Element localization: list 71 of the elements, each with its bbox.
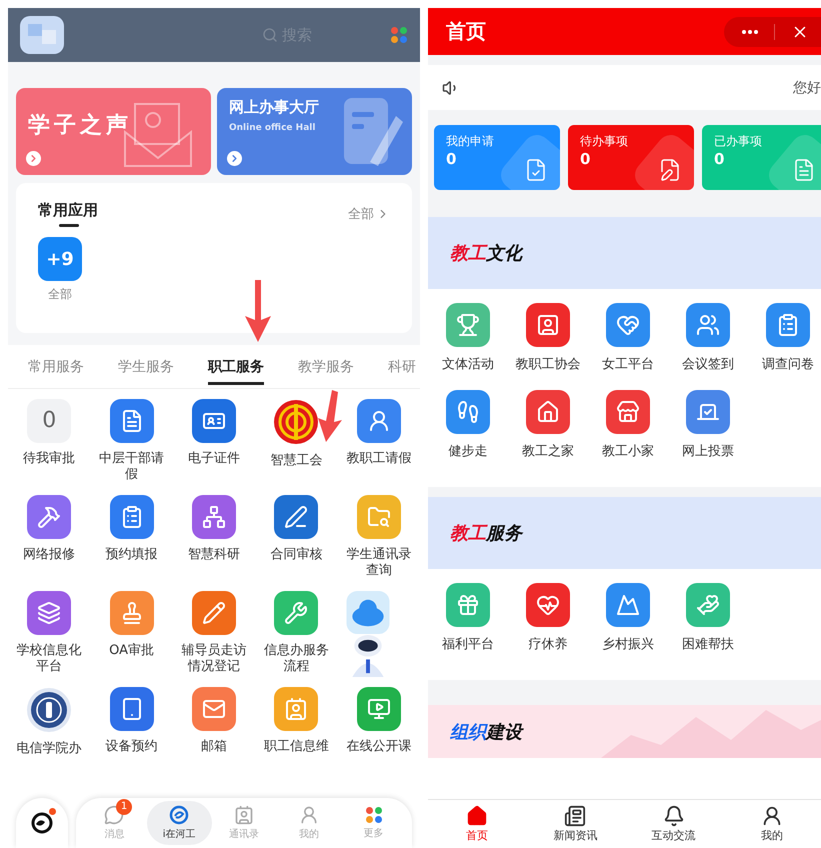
annotation-arrow [245, 280, 271, 342]
category-tab[interactable]: 常用服务 [28, 348, 84, 385]
category-tab[interactable]: 职工服务 [208, 348, 264, 385]
service-item[interactable]: 电子证件 [178, 399, 250, 495]
logo-icon [31, 812, 53, 834]
pending-count: 0 [27, 399, 72, 443]
contact-icon [234, 805, 254, 825]
all-link[interactable]: 全部 [348, 205, 390, 223]
service-item[interactable]: 福利平台 [429, 583, 507, 670]
category-tab[interactable]: 科研 [388, 348, 416, 385]
service-item[interactable]: 合同审核 [260, 495, 332, 591]
service-item[interactable]: 女工平台 [589, 303, 667, 390]
service-item[interactable]: 0 待我审批 [13, 399, 86, 495]
service-item[interactable]: 学校信息化平台 [13, 591, 86, 687]
section-title: 教工文化 [450, 242, 522, 265]
arrow-button[interactable] [227, 151, 242, 166]
nav-item[interactable]: 新闻资讯 [526, 800, 624, 848]
service-item[interactable]: 教职工协会 [509, 303, 587, 390]
service-item[interactable]: 学生通讯录查询 [342, 495, 415, 591]
service-item[interactable]: 疗休养 [509, 583, 587, 670]
category-tab[interactable]: 学生服务 [118, 348, 174, 385]
more-icon [742, 30, 758, 34]
service-item[interactable]: OA审批 [96, 591, 168, 687]
service-item[interactable]: 会议签到 [669, 303, 747, 390]
page-title: 首页 [446, 18, 486, 45]
apps-icon [390, 26, 408, 44]
house-icon [466, 805, 488, 827]
section-title: 组织建设 [450, 720, 522, 744]
unread-badge: 1 [116, 799, 132, 815]
service-item[interactable]: 智慧科研 [178, 495, 250, 591]
avatar-icon [20, 16, 64, 54]
section-title: 教工服务 [450, 522, 522, 545]
service-item[interactable]: 网上投票 [669, 390, 747, 477]
service-item[interactable]: 在线公开课 [342, 687, 415, 783]
service-item[interactable]: 预约填报 [96, 495, 168, 591]
ring-icon [169, 805, 190, 825]
nav-item[interactable]: 互动交流 [624, 800, 723, 848]
notice-text: 您好 [793, 78, 821, 96]
newspaper-icon [564, 805, 586, 827]
service-item[interactable]: 职工信息维 [260, 687, 332, 783]
card-title: 常用应用 [38, 201, 98, 220]
promo-card[interactable]: 网上办事大厅 Online office Hall [217, 88, 412, 175]
service-item[interactable]: 调查问卷 [749, 303, 821, 390]
notification-dot [49, 808, 56, 815]
nav-item[interactable]: i在河工 [146, 801, 212, 845]
service-item[interactable]: 困难帮扶 [669, 583, 747, 670]
service-item[interactable]: 文体活动 [429, 303, 507, 390]
arrow-button[interactable] [26, 151, 41, 166]
emblem-icon [273, 399, 320, 445]
nav-item[interactable]: 首页 [428, 800, 526, 848]
service-item[interactable]: 网络报修 [13, 495, 86, 591]
apps-icon [364, 806, 383, 824]
service-item[interactable]: 邮箱 [178, 687, 250, 783]
stat-card[interactable]: 待办事项 0 [568, 125, 694, 190]
person-icon [760, 805, 783, 827]
service-item[interactable]: 乡村振兴 [589, 583, 667, 670]
search-icon [262, 27, 278, 43]
service-item[interactable]: 设备预约 [96, 687, 168, 783]
seal-icon [26, 687, 72, 733]
service-item[interactable]: 电信学院办 [13, 687, 86, 783]
service-item[interactable]: 教职工请假 [342, 399, 415, 495]
service-item[interactable]: 辅导员走访情况登记 [178, 591, 250, 687]
bell-icon [662, 805, 685, 827]
service-item[interactable]: 健步走 [429, 390, 507, 477]
nav-item[interactable]: 我的 [722, 800, 821, 848]
service-item[interactable]: 教工之家 [509, 390, 587, 477]
service-item[interactable]: 教工小家 [589, 390, 667, 477]
person-icon [298, 805, 319, 825]
service-item[interactable]: 信息办服务流程 [260, 591, 332, 687]
service-item[interactable]: 中层干部请假 [96, 399, 168, 495]
category-tab[interactable]: 教学服务 [298, 348, 354, 385]
